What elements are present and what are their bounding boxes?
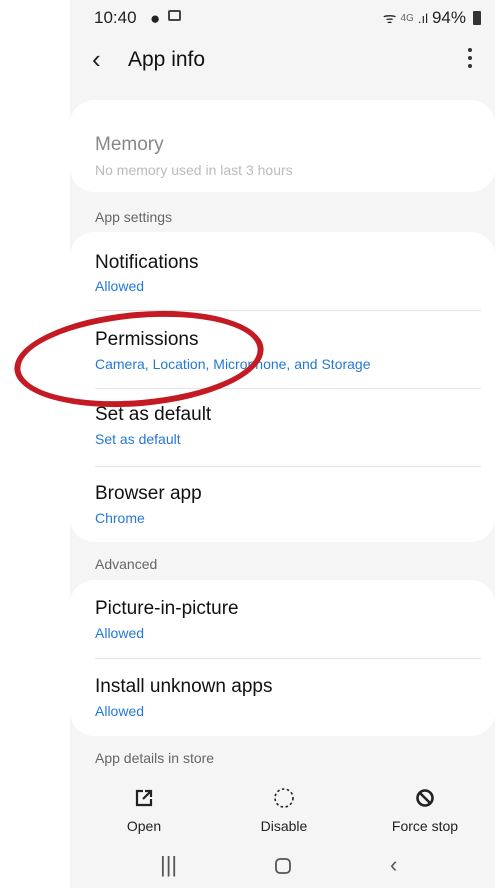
home-icon[interactable] bbox=[274, 855, 292, 881]
status-bar: 10:40 ● ᯤ 4G .ıl 94% bbox=[70, 0, 495, 36]
phone-screen: 10:40 ● ᯤ 4G .ıl 94% ‹ App info Memory N… bbox=[70, 0, 495, 888]
system-nav-bar: ||| ‹ bbox=[70, 844, 495, 888]
app-bar: ‹ App info bbox=[70, 36, 495, 86]
memory-row[interactable]: Memory No memory used in last 3 hours bbox=[70, 100, 495, 192]
notifications-label: Notifications bbox=[95, 252, 199, 273]
page-title: App info bbox=[128, 48, 206, 71]
status-indicators: ᯤ 4G .ıl 94% bbox=[383, 8, 481, 28]
signal-icon: .ıl bbox=[417, 10, 428, 26]
section-app-settings: App settings bbox=[95, 209, 173, 225]
network-type: 4G bbox=[400, 12, 414, 24]
notification-location-icon: ● bbox=[150, 9, 161, 28]
recent-apps-icon[interactable]: ||| bbox=[160, 852, 177, 878]
install-unknown-apps-value: Allowed bbox=[95, 703, 145, 719]
disable-button[interactable]: Disable bbox=[224, 772, 344, 834]
notification-image-icon bbox=[168, 10, 181, 21]
open-external-icon bbox=[84, 784, 204, 812]
picture-in-picture-value: Allowed bbox=[95, 625, 145, 641]
status-time: 10:40 bbox=[94, 8, 137, 27]
back-arrow-icon[interactable]: ‹ bbox=[92, 46, 101, 72]
wifi-calling-icon: ᯤ bbox=[382, 10, 397, 27]
disable-label: Disable bbox=[260, 818, 308, 834]
set-as-default-value: Set as default bbox=[95, 431, 181, 447]
battery-icon bbox=[473, 11, 481, 25]
more-options-icon[interactable] bbox=[467, 48, 473, 70]
memory-subtitle: No memory used in last 3 hours bbox=[95, 162, 293, 178]
section-advanced: Advanced bbox=[95, 556, 158, 572]
install-unknown-apps-row[interactable]: Install unknown apps Allowed bbox=[70, 658, 495, 736]
memory-label: Memory bbox=[95, 134, 164, 155]
browser-app-value: Chrome bbox=[95, 510, 145, 526]
bottom-action-bar: Open Disable Force stop bbox=[70, 772, 495, 844]
notifications-value: Allowed bbox=[95, 278, 145, 294]
browser-app-row[interactable]: Browser app Chrome bbox=[70, 466, 495, 542]
memory-card: Memory No memory used in last 3 hours bbox=[70, 100, 495, 192]
picture-in-picture-row[interactable]: Picture-in-picture Allowed bbox=[70, 580, 495, 658]
open-button[interactable]: Open bbox=[84, 772, 204, 834]
open-label: Open bbox=[126, 818, 162, 834]
set-as-default-label: Set as default bbox=[95, 404, 212, 425]
back-nav-icon[interactable]: ‹ bbox=[390, 852, 397, 878]
advanced-card: Picture-in-picture Allowed Install unkno… bbox=[70, 580, 495, 736]
force-stop-icon bbox=[365, 784, 485, 812]
force-stop-label: Force stop bbox=[391, 818, 459, 834]
notifications-row[interactable]: Notifications Allowed bbox=[70, 232, 495, 310]
picture-in-picture-label: Picture-in-picture bbox=[95, 598, 239, 619]
browser-app-label: Browser app bbox=[95, 483, 202, 504]
disable-icon bbox=[224, 784, 344, 812]
section-app-details-store: App details in store bbox=[95, 750, 215, 766]
install-unknown-apps-label: Install unknown apps bbox=[95, 676, 273, 697]
force-stop-button[interactable]: Force stop bbox=[365, 772, 485, 834]
battery-percent: 94% bbox=[431, 8, 466, 27]
